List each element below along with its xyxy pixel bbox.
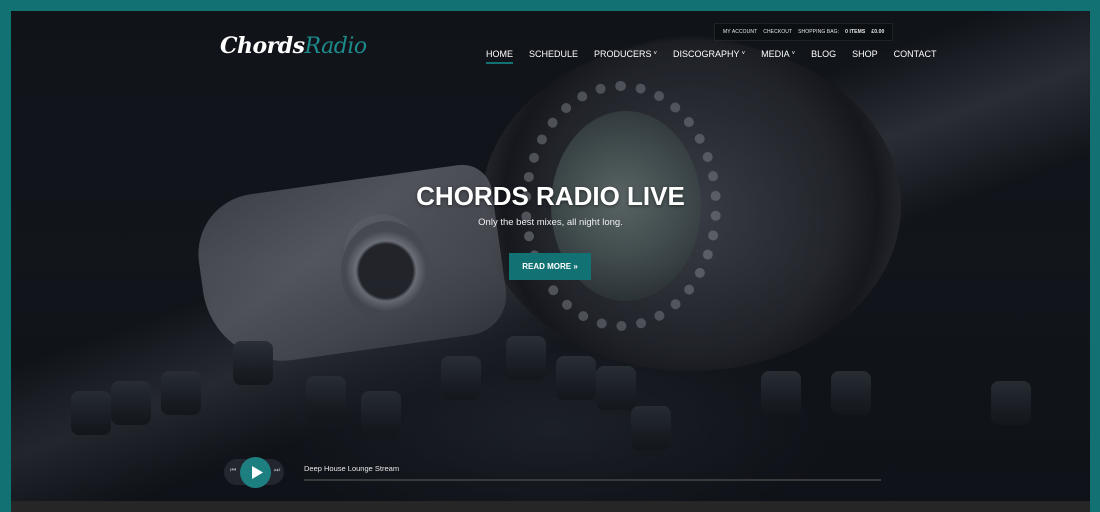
nav-label: BLOG xyxy=(811,49,837,59)
nav-label: HOME xyxy=(486,49,513,59)
bag-total[interactable]: £0.00 xyxy=(871,29,884,35)
progress-bar[interactable] xyxy=(304,479,881,481)
shopping-bag-label[interactable]: SHOPPING BAG: xyxy=(798,29,839,35)
nav-label: SCHEDULE xyxy=(529,49,579,59)
nav-item-home[interactable]: HOME xyxy=(478,46,521,64)
hero-title: CHORDS RADIO LIVE xyxy=(416,181,685,211)
nav-label: MEDIA xyxy=(761,49,790,59)
nav-label: DISCOGRAPHY xyxy=(673,49,740,59)
site-logo[interactable]: ChordsRadio xyxy=(220,33,367,59)
skip-next-icon[interactable]: ⏭ xyxy=(274,467,280,475)
stream-title: Deep House Lounge Stream xyxy=(304,464,400,473)
my-account-link[interactable]: MY ACCOUNT xyxy=(723,29,757,35)
nav-label: SHOP xyxy=(852,49,878,59)
hero-subtitle: Only the best mixes, all night long. xyxy=(478,217,623,228)
page-frame: MY ACCOUNT CHECKOUT SHOPPING BAG: 0 ITEM… xyxy=(11,11,1090,512)
skip-previous-icon[interactable]: ⏮ xyxy=(230,467,236,475)
nav-item-contact[interactable]: CONTACT xyxy=(886,46,945,62)
chevron-down-icon: ˅ xyxy=(741,51,746,57)
nav-item-discography[interactable]: DISCOGRAPHY ˅ xyxy=(665,46,753,62)
nav-item-schedule[interactable]: SCHEDULE xyxy=(521,46,586,62)
play-icon xyxy=(251,466,263,479)
logo-text-chords: Chords xyxy=(220,33,305,59)
checkout-link[interactable]: CHECKOUT xyxy=(763,29,792,35)
read-more-button[interactable]: READ MORE » xyxy=(509,253,591,280)
chevron-down-icon: ˅ xyxy=(791,51,796,57)
nav-item-producers[interactable]: PRODUCERS ˅ xyxy=(586,46,665,62)
nav-label: CONTACT xyxy=(893,49,937,59)
nav-label: PRODUCERS xyxy=(594,49,652,59)
main-nav: HOME SCHEDULE PRODUCERS ˅ DISCOGRAPHY ˅ … xyxy=(478,46,945,64)
audio-player: ⏮ ⏭ Deep House Lounge Stream xyxy=(221,457,881,489)
nav-item-blog[interactable]: BLOG xyxy=(803,46,844,62)
nav-item-shop[interactable]: SHOP xyxy=(844,46,886,62)
logo-text-radio: Radio xyxy=(304,34,368,59)
play-button[interactable] xyxy=(240,457,271,488)
footer-bar xyxy=(11,501,1090,512)
bag-item-count[interactable]: 0 ITEMS xyxy=(845,29,865,35)
chevron-down-icon: ˅ xyxy=(653,51,658,57)
nav-item-media[interactable]: MEDIA ˅ xyxy=(753,46,803,62)
account-bar: MY ACCOUNT CHECKOUT SHOPPING BAG: 0 ITEM… xyxy=(714,23,894,41)
